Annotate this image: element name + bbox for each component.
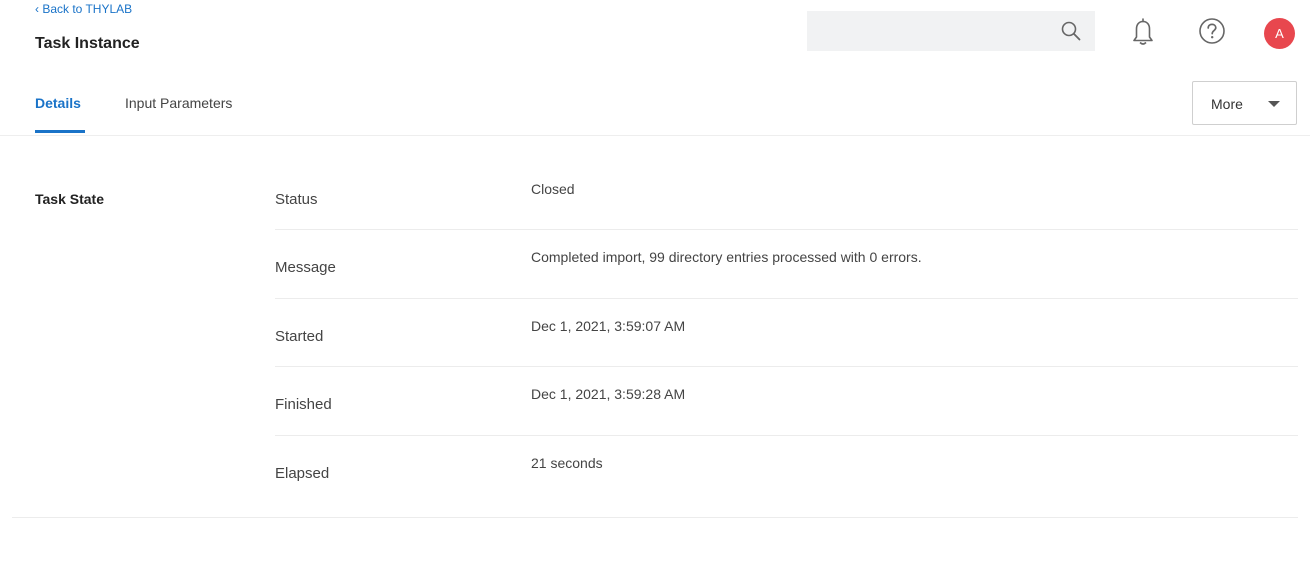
row-value: Dec 1, 2021, 3:59:28 AM bbox=[531, 386, 686, 402]
row-divider bbox=[275, 366, 1298, 367]
detail-row-message: Message Completed import, 99 directory e… bbox=[275, 246, 1298, 315]
detail-row-status: Status Closed bbox=[275, 178, 1298, 247]
help-icon[interactable] bbox=[1198, 17, 1226, 45]
page-title: Task Instance bbox=[35, 35, 140, 52]
row-divider bbox=[275, 435, 1298, 436]
row-divider bbox=[275, 229, 1298, 230]
row-value: Completed import, 99 directory entries p… bbox=[531, 249, 922, 265]
section-title-task-state: Task State bbox=[35, 191, 104, 207]
search-icon[interactable] bbox=[1060, 20, 1082, 42]
detail-row-elapsed: Elapsed 21 seconds bbox=[275, 452, 1298, 521]
row-label: Started bbox=[275, 328, 324, 345]
more-button-label: More bbox=[1211, 96, 1243, 112]
row-value: 21 seconds bbox=[531, 455, 603, 471]
active-tab-indicator bbox=[35, 130, 85, 133]
row-divider bbox=[275, 298, 1298, 299]
detail-row-started: Started Dec 1, 2021, 3:59:07 AM bbox=[275, 315, 1298, 384]
more-button[interactable]: More bbox=[1192, 81, 1297, 125]
back-link[interactable]: ‹ Back to THYLAB bbox=[35, 2, 132, 16]
search-input[interactable] bbox=[807, 11, 1047, 51]
row-label: Elapsed bbox=[275, 465, 330, 482]
detail-row-finished: Finished Dec 1, 2021, 3:59:28 AM bbox=[275, 383, 1298, 452]
caret-down-icon bbox=[1268, 101, 1280, 107]
row-label: Message bbox=[275, 259, 336, 276]
bell-icon[interactable] bbox=[1130, 17, 1156, 47]
tab-details[interactable]: Details bbox=[35, 95, 81, 111]
avatar[interactable]: A bbox=[1264, 18, 1295, 49]
row-value: Dec 1, 2021, 3:59:07 AM bbox=[531, 318, 686, 334]
row-label: Finished bbox=[275, 396, 332, 413]
row-value: Closed bbox=[531, 181, 575, 197]
row-label: Status bbox=[275, 191, 318, 208]
tab-input-parameters[interactable]: Input Parameters bbox=[125, 95, 232, 111]
search-box[interactable] bbox=[807, 11, 1095, 51]
tabs-divider bbox=[0, 135, 1310, 136]
section-bottom-divider bbox=[12, 517, 1298, 518]
